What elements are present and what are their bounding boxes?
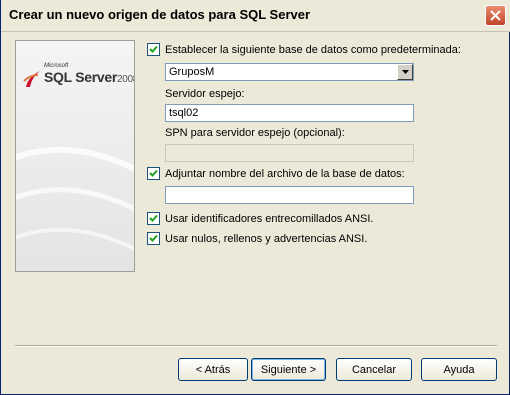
spn-label: SPN para servidor espejo (opcional): [165, 127, 345, 139]
quoted-ids-label: Usar identificadores entrecomillados ANS… [165, 212, 374, 225]
sql-server-logo-icon [23, 71, 40, 87]
checkmark-icon [149, 214, 158, 222]
quoted-ids-checkbox[interactable] [147, 212, 160, 225]
back-button[interactable]: < Atrás [178, 358, 248, 381]
close-icon [490, 10, 501, 21]
logo-product: SQL Server2008 [44, 69, 134, 85]
ansi-nulls-checkbox-row[interactable]: Usar nulos, rellenos y advertencias ANSI… [147, 232, 367, 245]
database-select-value: GruposM [169, 66, 215, 78]
attach-checkbox-row[interactable]: Adjuntar nombre del archivo de la base d… [147, 167, 405, 180]
attach-file-input[interactable] [165, 186, 414, 204]
default-db-checkbox[interactable] [147, 43, 160, 56]
checkmark-icon [149, 45, 158, 53]
ansi-nulls-label: Usar nulos, rellenos y advertencias ANSI… [165, 232, 368, 245]
default-db-checkbox-row[interactable]: Establecer la siguiente base de datos co… [147, 43, 461, 56]
help-button[interactable]: Ayuda [421, 358, 497, 381]
dialog-body: Microsoft SQL Server2008 Establecer la s… [1, 32, 509, 394]
logo-panel: Microsoft SQL Server2008 [15, 40, 135, 272]
checkmark-icon [149, 234, 158, 242]
chevron-down-icon [401, 70, 409, 74]
close-button[interactable] [485, 5, 506, 26]
attach-label: Adjuntar nombre del archivo de la base d… [165, 167, 405, 180]
title-bar[interactable]: Crear un nuevo origen de datos para SQL … [1, 0, 510, 32]
mirror-server-label: Servidor espejo: [165, 88, 245, 100]
cancel-button[interactable]: Cancelar [336, 358, 412, 381]
checkmark-icon [149, 169, 158, 177]
attach-checkbox[interactable] [147, 167, 160, 180]
mirror-server-input[interactable]: tsql02 [165, 104, 414, 122]
window-title: Crear un nuevo origen de datos para SQL … [9, 7, 311, 22]
default-db-label: Establecer la siguiente base de datos co… [165, 43, 461, 56]
database-dropdown-button[interactable] [397, 64, 413, 80]
sql-server-logo: Microsoft SQL Server2008 [22, 63, 134, 99]
dialog-window: Crear un nuevo origen de datos para SQL … [0, 0, 510, 395]
footer-separator [15, 345, 497, 347]
next-button[interactable]: Siguiente > [251, 358, 326, 381]
spn-input[interactable] [165, 144, 414, 162]
logo-version: 2008 [117, 74, 134, 85]
quoted-ids-checkbox-row[interactable]: Usar identificadores entrecomillados ANS… [147, 212, 373, 225]
database-select[interactable]: GruposM [165, 63, 414, 81]
ansi-nulls-checkbox[interactable] [147, 232, 160, 245]
